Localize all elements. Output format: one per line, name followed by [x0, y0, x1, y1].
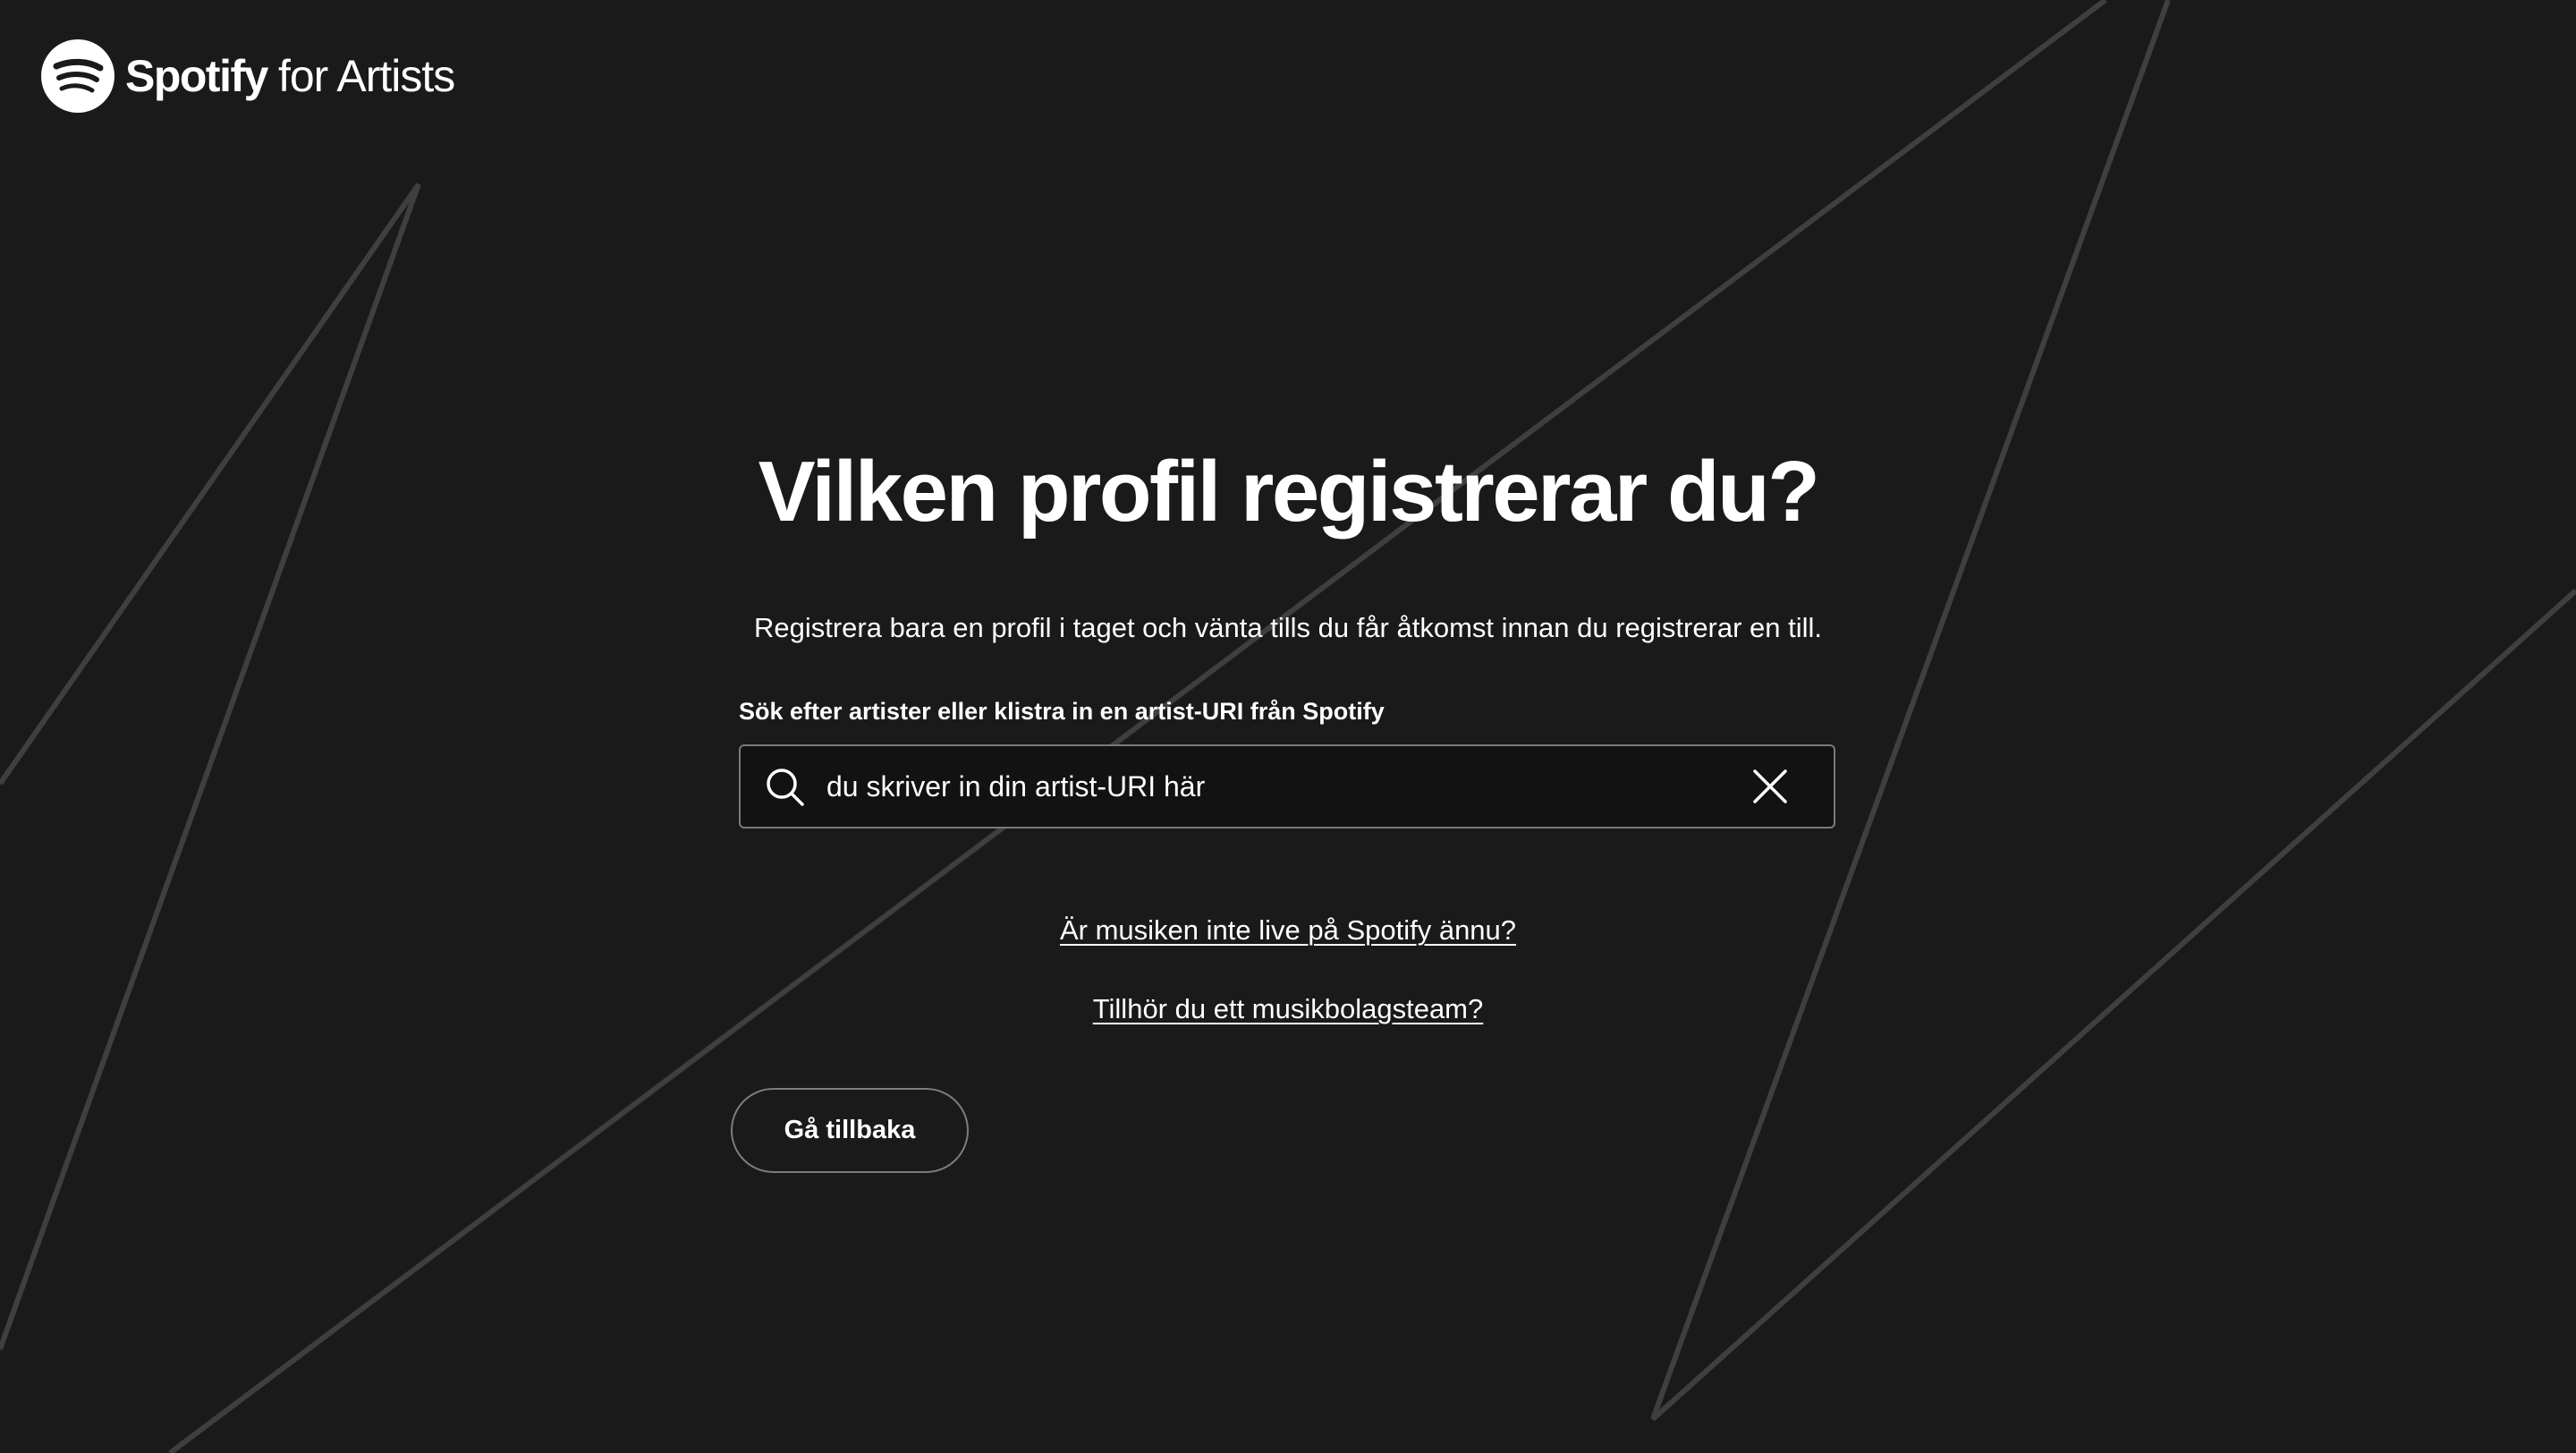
page-subtitle: Registrera bara en profil i taget och vä…	[753, 612, 1823, 643]
page-title: Vilken profil registrerar du?	[758, 444, 1820, 540]
label-team-link[interactable]: Tillhör du ett musikbolagsteam?	[1093, 993, 1484, 1024]
search-input[interactable]	[826, 751, 1739, 822]
close-icon	[1753, 769, 1787, 803]
spotify-for-artists-logo[interactable]: Spotify for Artists	[41, 39, 455, 113]
spotify-logo-icon	[41, 39, 114, 113]
back-button[interactable]: Gå tillbaka	[731, 1088, 969, 1173]
page: Spotify for Artists Vilken profil regist…	[0, 0, 2576, 1453]
logo-brand-text: Spotify	[125, 51, 268, 101]
clear-search-button[interactable]	[1739, 755, 1801, 818]
search-icon	[767, 769, 804, 806]
decor-line-left	[0, 183, 421, 1351]
search-box	[739, 744, 1835, 828]
not-live-link[interactable]: Är musiken inte live på Spotify ännu?	[1060, 914, 1516, 946]
decor-line-right	[1650, 0, 2576, 1422]
not-live-link-row: Är musiken inte live på Spotify ännu?	[0, 911, 2576, 950]
label-team-link-row: Tillhör du ett musikbolagsteam?	[0, 990, 2576, 1029]
logo-product-text: for Artists	[277, 51, 455, 101]
search-label: Sök efter artister eller klistra in en a…	[739, 698, 1385, 725]
